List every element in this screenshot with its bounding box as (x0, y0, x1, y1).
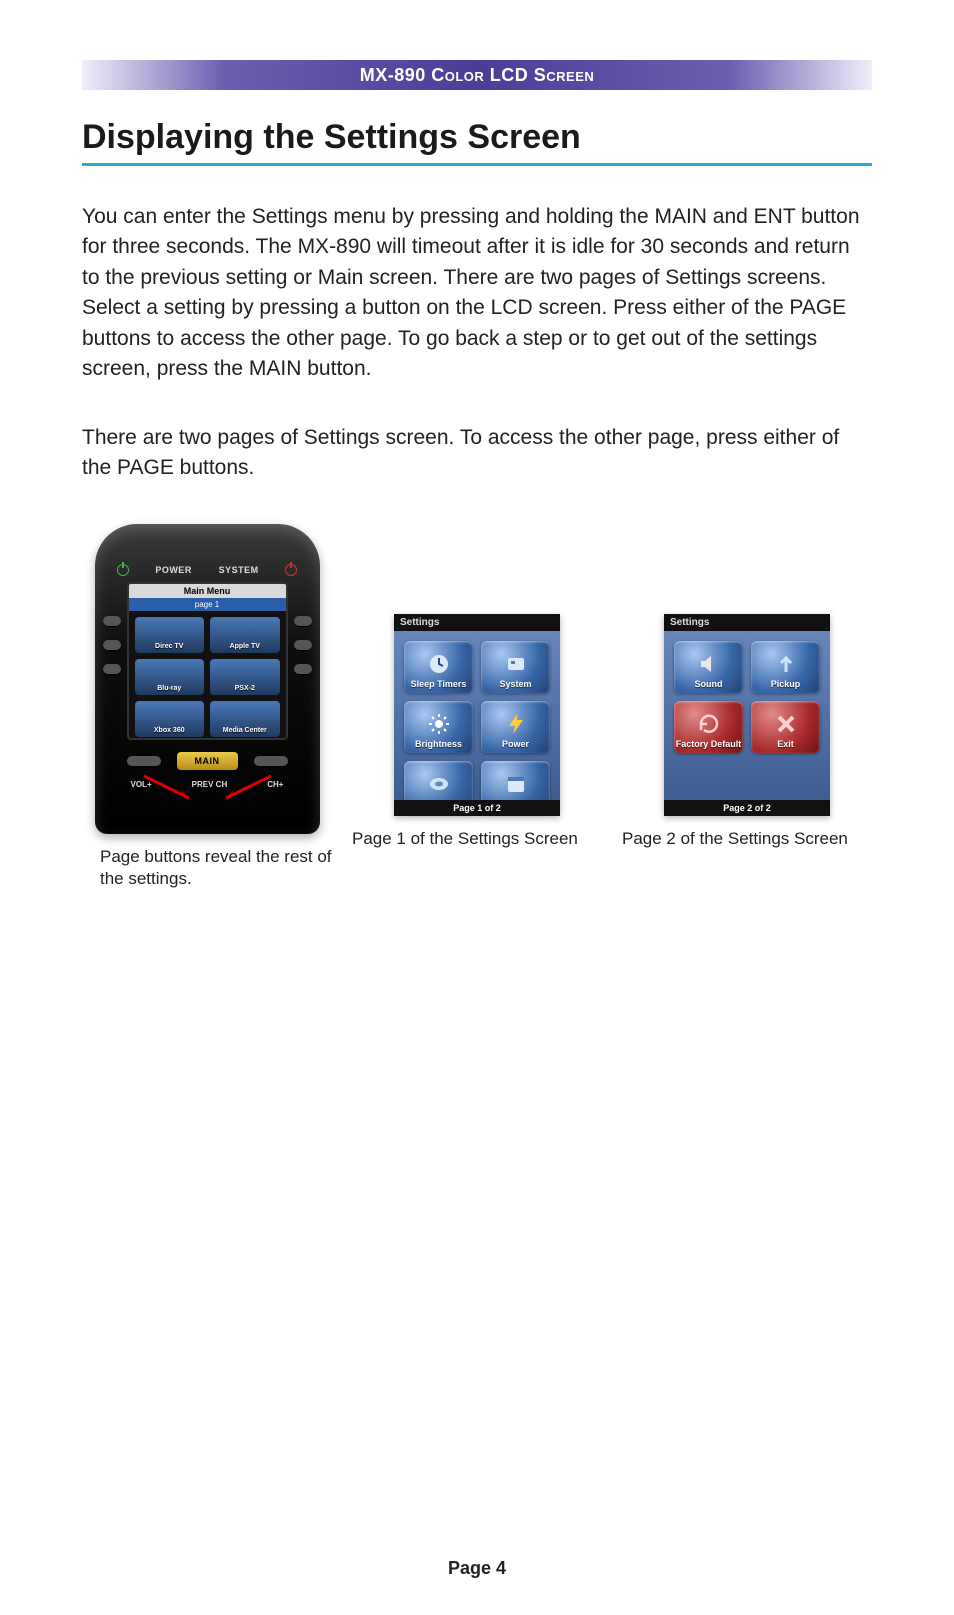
factory-default-icon (697, 712, 721, 736)
power-label: POWER (155, 565, 192, 575)
figure-settings-page2: Settings Sound Pickup Factory Default Ex… (622, 614, 872, 851)
settings-item: Exit (751, 701, 820, 753)
remote-menu-item: Xbox 360 (135, 701, 205, 737)
settings-item: Sound (674, 641, 743, 693)
calendar-icon (504, 772, 528, 796)
left-side-buttons (103, 616, 121, 674)
clock-icon (427, 652, 451, 676)
figures-row: POWER SYSTEM Main Menu page 1 Direc TV A… (82, 524, 872, 892)
settings-item: System (481, 641, 550, 693)
brightness-icon (427, 712, 451, 736)
settings2-title: Settings (664, 614, 830, 631)
header-bar: MX-890 Color LCD Screen (82, 60, 872, 90)
page-title: Displaying the Settings Screen (82, 118, 872, 166)
sound-icon (697, 652, 721, 676)
system-label: SYSTEM (219, 565, 259, 575)
pickup-icon (774, 652, 798, 676)
caption-2: Page 1 of the Settings Screen (352, 828, 602, 851)
caption-3: Page 2 of the Settings Screen (622, 828, 872, 851)
ch-label: CH+ (267, 780, 283, 789)
right-page-button (254, 756, 288, 766)
settings-item: Power (481, 701, 550, 753)
settings1-footer: Page 1 of 2 (394, 800, 560, 816)
vol-label: VOL+ (131, 780, 152, 789)
figure-remote: POWER SYSTEM Main Menu page 1 Direc TV A… (82, 524, 332, 892)
exit-icon (774, 712, 798, 736)
power-icon (504, 712, 528, 736)
settings1-title: Settings (394, 614, 560, 631)
settings-screen-2: Settings Sound Pickup Factory Default Ex… (664, 614, 830, 816)
remote-control-illustration: POWER SYSTEM Main Menu page 1 Direc TV A… (95, 524, 320, 834)
page-number: Page 4 (0, 1558, 954, 1579)
figure-settings-page1: Settings Sleep Timers System Brightness … (352, 614, 602, 851)
button-light-icon (427, 772, 451, 796)
power-on-icon (117, 564, 129, 576)
remote-menu-item: PSX-2 (210, 659, 280, 695)
remote-menu-item: Media Center (210, 701, 280, 737)
remote-menu-item: Direc TV (135, 617, 205, 653)
paragraph-1: You can enter the Settings menu by press… (82, 202, 872, 385)
settings-item: Pickup (751, 641, 820, 693)
remote-menu-item: Apple TV (210, 617, 280, 653)
left-page-button (127, 756, 161, 766)
main-button: MAIN (177, 752, 238, 770)
paragraph-2: There are two pages of Settings screen. … (82, 423, 872, 484)
caption-1: Page buttons reveal the rest of the sett… (82, 846, 332, 892)
settings-item: Brightness (404, 701, 473, 753)
power-off-icon (285, 564, 297, 576)
settings-item: Factory Default (674, 701, 743, 753)
settings-screen-1: Settings Sleep Timers System Brightness … (394, 614, 560, 816)
system-icon (504, 652, 528, 676)
right-side-buttons (294, 616, 312, 674)
remote-menu-item: Blu-ray (135, 659, 205, 695)
remote-screen-title: Main Menu (129, 584, 286, 598)
remote-screen-page: page 1 (129, 598, 286, 611)
settings2-footer: Page 2 of 2 (664, 800, 830, 816)
prev-label: PREV CH (192, 780, 228, 789)
settings-item: Sleep Timers (404, 641, 473, 693)
